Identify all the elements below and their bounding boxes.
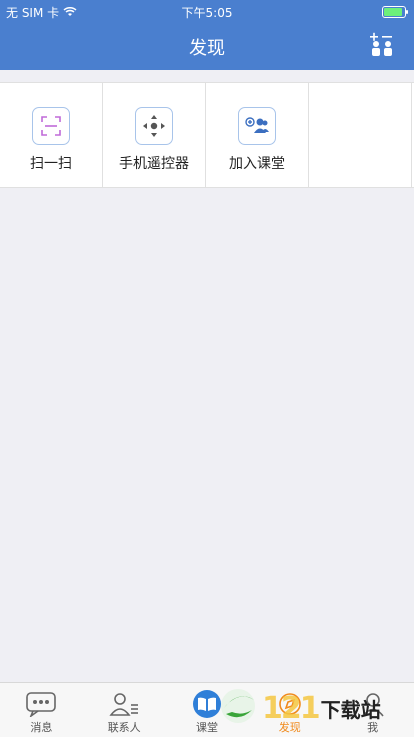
tab-discover-label: 发现 [278, 721, 301, 734]
feature-scan-label: 扫一扫 [30, 156, 72, 172]
battery-icon [382, 6, 408, 18]
tab-me-label: 我 [367, 721, 379, 734]
tab-classroom[interactable]: 课堂 [166, 683, 249, 737]
feature-grid: 扫一扫 手机遥控器 加入课堂 [0, 82, 414, 188]
feature-empty [309, 83, 412, 187]
status-bar: 无 SIM 卡 下午5:05 [0, 0, 414, 22]
tab-messages-label: 消息 [30, 721, 53, 734]
tab-classroom-label: 课堂 [195, 721, 218, 734]
discover-icon [273, 689, 307, 719]
page-title: 发现 [189, 38, 225, 59]
feature-scan[interactable]: 扫一扫 [0, 83, 103, 187]
remote-control-icon [135, 107, 173, 145]
tab-me[interactable]: 我 [331, 683, 414, 737]
tab-discover[interactable]: 发现 [248, 683, 331, 737]
scan-icon [32, 107, 70, 145]
feature-join-class-label: 加入课堂 [229, 156, 285, 172]
feature-remote-label: 手机遥控器 [119, 156, 189, 172]
join-class-icon [238, 107, 276, 145]
status-time: 下午5:05 [181, 6, 233, 20]
message-icon [24, 689, 58, 719]
tab-contacts-label: 联系人 [107, 721, 141, 734]
feature-join-class[interactable]: 加入课堂 [206, 83, 309, 187]
feature-remote[interactable]: 手机遥控器 [103, 83, 206, 187]
contacts-icon [107, 689, 141, 719]
nav-bar: 发现 [0, 22, 414, 70]
tab-messages[interactable]: 消息 [0, 683, 83, 737]
user-icon [356, 689, 390, 719]
add-contact-icon[interactable] [368, 32, 396, 60]
classroom-book-icon [190, 689, 224, 719]
tab-contacts[interactable]: 联系人 [83, 683, 166, 737]
tab-bar: 消息 联系人 课堂 发现 我 [0, 682, 414, 737]
